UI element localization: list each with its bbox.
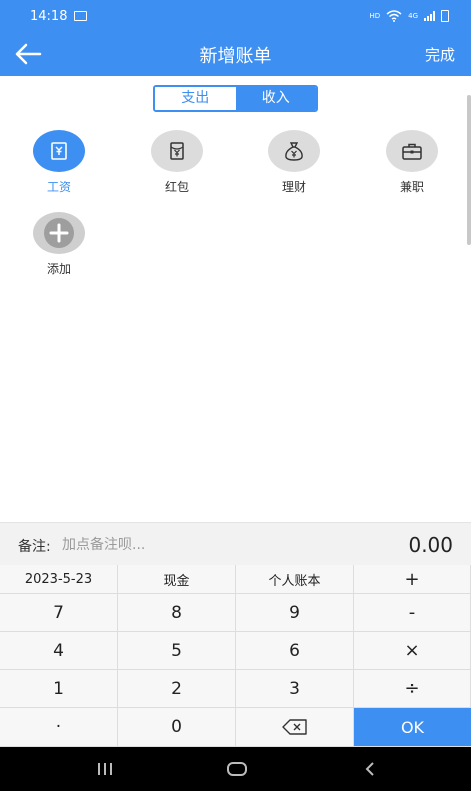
plus-icon bbox=[33, 212, 85, 254]
page-title: 新增账单 bbox=[199, 46, 272, 67]
backspace-icon bbox=[281, 719, 307, 735]
status-icons: HD 4G bbox=[369, 10, 449, 22]
done-button[interactable]: 完成 bbox=[425, 44, 455, 65]
backspace-key[interactable] bbox=[236, 708, 354, 747]
account-type-button[interactable]: 现金 bbox=[118, 565, 236, 594]
home-icon[interactable] bbox=[222, 759, 252, 779]
date-button[interactable]: 2023-5-23 bbox=[0, 565, 118, 594]
briefcase-icon bbox=[386, 130, 438, 172]
ok-button[interactable]: OK bbox=[354, 708, 471, 747]
status-time: 14:18 bbox=[30, 9, 68, 24]
key-9[interactable]: 9 bbox=[236, 594, 354, 632]
tab-expense[interactable]: 支出 bbox=[155, 87, 236, 110]
divide-key[interactable]: ÷ bbox=[354, 670, 471, 708]
type-tabs: 支出 收入 bbox=[153, 85, 318, 112]
keypad: 2023-5-23 现金 个人账本 + 7 8 9 - 4 5 6 × 1 2 … bbox=[0, 565, 471, 747]
back-nav-icon[interactable] bbox=[355, 759, 385, 779]
dot-key[interactable]: · bbox=[0, 708, 118, 747]
red-envelope-icon bbox=[151, 130, 203, 172]
key-0[interactable]: 0 bbox=[118, 708, 236, 747]
plus-key[interactable]: + bbox=[354, 565, 471, 594]
category-label: 兼职 bbox=[399, 180, 424, 194]
amount-display: 0.00 bbox=[408, 533, 453, 557]
note-input[interactable] bbox=[62, 532, 322, 558]
key-7[interactable]: 7 bbox=[0, 594, 118, 632]
scrollbar[interactable] bbox=[467, 95, 471, 245]
signal-icon bbox=[424, 11, 435, 21]
key-8[interactable]: 8 bbox=[118, 594, 236, 632]
book-button[interactable]: 个人账本 bbox=[236, 565, 354, 594]
category-label: 工资 bbox=[46, 180, 71, 194]
battery-icon bbox=[441, 10, 449, 22]
category-red-envelope[interactable]: 红包 bbox=[137, 130, 217, 195]
key-6[interactable]: 6 bbox=[236, 632, 354, 670]
multiply-key[interactable]: × bbox=[354, 632, 471, 670]
network-label: 4G bbox=[408, 12, 418, 20]
recent-apps-icon[interactable] bbox=[90, 759, 120, 779]
image-notification-icon bbox=[74, 11, 87, 21]
status-bar: 14:18 HD 4G bbox=[0, 0, 471, 32]
key-3[interactable]: 3 bbox=[236, 670, 354, 708]
key-5[interactable]: 5 bbox=[118, 632, 236, 670]
key-4[interactable]: 4 bbox=[0, 632, 118, 670]
hd-label: HD bbox=[369, 12, 381, 20]
wifi-icon bbox=[386, 10, 402, 22]
key-1[interactable]: 1 bbox=[0, 670, 118, 708]
money-bag-icon bbox=[268, 130, 320, 172]
category-wage[interactable]: 工资 bbox=[19, 130, 99, 195]
key-2[interactable]: 2 bbox=[118, 670, 236, 708]
note-bar: 备注: 0.00 bbox=[0, 522, 471, 565]
tab-income[interactable]: 收入 bbox=[235, 87, 316, 110]
category-label: 添加 bbox=[46, 262, 71, 276]
top-bar: 新增账单 完成 bbox=[0, 32, 471, 76]
note-label: 备注: bbox=[18, 539, 51, 555]
minus-key[interactable]: - bbox=[354, 594, 471, 632]
system-nav-bar bbox=[0, 747, 471, 791]
category-finance[interactable]: 理财 bbox=[254, 130, 334, 195]
category-label: 红包 bbox=[164, 180, 189, 194]
wage-icon bbox=[33, 130, 85, 172]
category-part-time[interactable]: 兼职 bbox=[372, 130, 452, 195]
category-add[interactable]: 添加 bbox=[19, 212, 99, 277]
category-label: 理财 bbox=[281, 180, 306, 194]
